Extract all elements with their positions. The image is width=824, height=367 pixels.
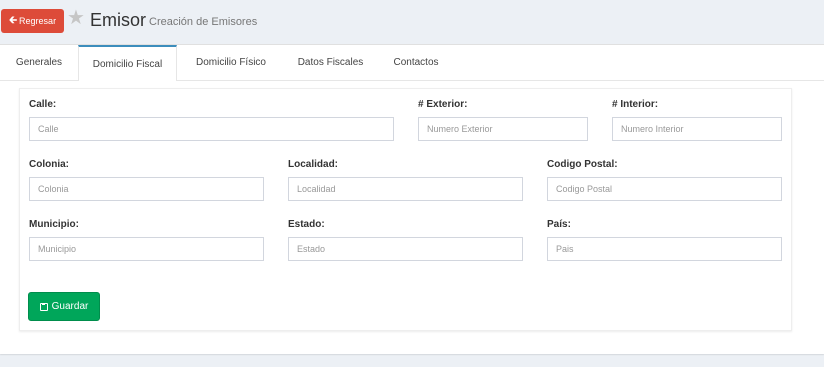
tab-datos-fiscales[interactable]: Datos Fiscales (284, 45, 377, 80)
interior-label: # Interior: (612, 99, 659, 110)
tab-generales[interactable]: Generales (0, 45, 78, 80)
tab-domicilio-fisico[interactable]: Domicilio Físico (182, 45, 280, 80)
exterior-label: # Exterior: (418, 99, 468, 110)
tab-domicilio-fiscal[interactable]: Domicilio Fiscal (78, 45, 177, 81)
localidad-input[interactable] (288, 177, 523, 201)
calle-label: Calle: (29, 99, 57, 110)
page-title: Emisor (90, 10, 147, 30)
calle-input[interactable] (29, 117, 394, 141)
estado-label: Estado: (288, 219, 325, 230)
save-button-label: Guardar (51, 301, 89, 312)
colonia-input[interactable] (29, 177, 264, 201)
star-icon[interactable]: ★ (67, 8, 87, 28)
page-subtitle: Creación de Emisores (149, 16, 258, 28)
localidad-label: Localidad: (288, 159, 339, 170)
pais-input[interactable] (547, 237, 782, 261)
save-icon (39, 302, 48, 311)
tab-contactos[interactable]: Contactos (380, 45, 452, 80)
tab-bar: Generales Domicilio Fiscal Domicilio Fís… (0, 45, 824, 81)
arrow-left-icon: 🡰 (8, 14, 18, 26)
page-header: 🡰 Regresar ★ Emisor Creación de Emisores (0, 0, 824, 44)
estado-input[interactable] (288, 237, 523, 261)
pais-label: País: (547, 219, 571, 230)
codigo-postal-label: Codigo Postal: (547, 159, 618, 170)
interior-input[interactable] (612, 117, 782, 141)
save-button[interactable]: Guardar (28, 292, 100, 321)
back-button[interactable]: 🡰 Regresar (1, 9, 64, 33)
codigo-postal-input[interactable] (547, 177, 782, 201)
exterior-input[interactable] (418, 117, 588, 141)
municipio-label: Municipio: (29, 219, 79, 230)
municipio-input[interactable] (29, 237, 264, 261)
colonia-label: Colonia: (29, 159, 69, 170)
back-button-label: Regresar (19, 16, 57, 26)
